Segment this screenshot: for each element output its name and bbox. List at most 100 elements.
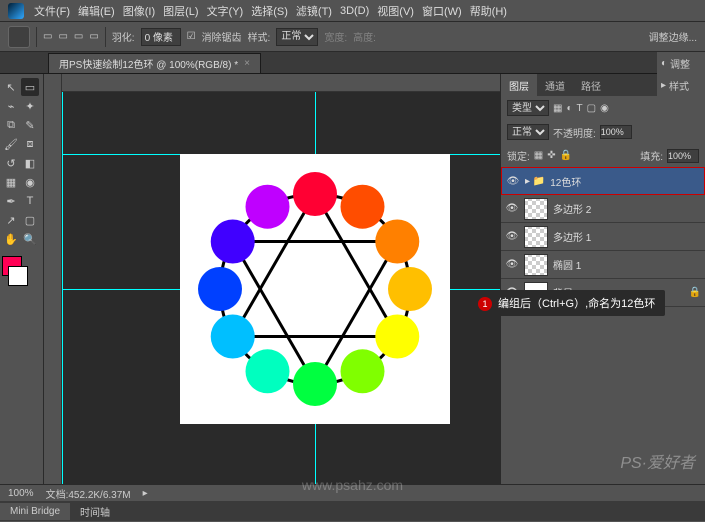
- layers-panel: 图层 通道 路径 类型 ▦ ◐ T ▢ ◉ 正常 不透明度: 锁定: ▦ ✜ 🔒…: [500, 74, 705, 484]
- lock-icon: 🔒: [689, 287, 701, 298]
- lock-all-icon[interactable]: 🔒: [560, 150, 572, 161]
- blur-tool[interactable]: ◉: [21, 173, 39, 191]
- crop-tool[interactable]: ⧉: [2, 116, 20, 134]
- ruler-vertical[interactable]: [44, 74, 62, 484]
- app-logo: [8, 3, 24, 19]
- zoom-tool[interactable]: 🔍: [21, 230, 39, 248]
- filter-icon[interactable]: T: [577, 103, 583, 114]
- lock-position-icon[interactable]: ✜: [547, 150, 555, 161]
- ruler-horizontal[interactable]: [62, 74, 500, 92]
- layer-filter-kind[interactable]: 类型: [507, 100, 549, 116]
- layer-row[interactable]: 👁 多边形 2: [501, 195, 705, 223]
- toolbox: ↖ ▭ ⌁ ✦ ⧉ ✎ 🖌 ⧈ ↺ ◧ ▦ ◉ ✒ T ↗ ▢ ✋ 🔍: [0, 74, 44, 484]
- background-swatch[interactable]: [8, 266, 28, 286]
- opacity-label: 不透明度:: [553, 125, 596, 140]
- tool-preset[interactable]: [8, 26, 30, 48]
- color-wheel-artwork: [180, 154, 450, 424]
- move-tool[interactable]: ↖: [2, 78, 20, 96]
- lock-pixels-icon[interactable]: ▦: [534, 150, 543, 161]
- canvas[interactable]: [180, 154, 450, 424]
- menu-view[interactable]: 视图(V): [377, 3, 414, 19]
- tab-channels[interactable]: 通道: [537, 74, 573, 96]
- annotation-number: 1: [478, 297, 492, 311]
- menu-bar: 文件(F) 编辑(E) 图像(I) 图层(L) 文字(Y) 选择(S) 滤镜(T…: [0, 0, 705, 22]
- menu-filter[interactable]: 滤镜(T): [296, 3, 332, 19]
- menu-3d[interactable]: 3D(D): [340, 5, 369, 17]
- gradient-tool[interactable]: ▦: [2, 173, 20, 191]
- close-icon[interactable]: ×: [244, 58, 250, 69]
- menu-edit[interactable]: 编辑(E): [78, 3, 115, 19]
- antialias-check[interactable]: ☑: [187, 31, 196, 42]
- layer-thumb: [524, 254, 548, 276]
- menu-layer[interactable]: 图层(L): [163, 3, 198, 19]
- lasso-tool[interactable]: ⌁: [2, 97, 20, 115]
- status-arrow-icon[interactable]: ▸: [143, 488, 148, 499]
- sel-mode-new[interactable]: ▭: [43, 31, 52, 42]
- options-bar: ▭ ▭ ▭ ▭ 羽化: ☑ 消除锯齿 样式: 正常 宽度: 高度: 调整边缘..…: [0, 22, 705, 52]
- feather-label: 羽化:: [112, 29, 135, 44]
- stamp-tool[interactable]: ⧈: [21, 135, 39, 153]
- fill-input[interactable]: [667, 149, 699, 163]
- wand-tool[interactable]: ✦: [21, 97, 39, 115]
- zoom-level[interactable]: 100%: [8, 488, 34, 499]
- tab-timeline[interactable]: 时间轴: [70, 501, 120, 522]
- visibility-icon[interactable]: 👁: [506, 174, 520, 188]
- visibility-icon[interactable]: 👁: [505, 230, 519, 244]
- folder-icon: ▸ 📁: [525, 176, 545, 187]
- refine-edge-button[interactable]: 调整边缘...: [649, 29, 697, 44]
- panel-adjustments[interactable]: ◐调整: [657, 52, 705, 74]
- collapsed-panels: ◐调整 ▸样式: [657, 52, 705, 96]
- tab-paths[interactable]: 路径: [573, 74, 609, 96]
- filter-icon[interactable]: ▢: [587, 103, 596, 114]
- layer-thumb: [524, 198, 548, 220]
- guide-vertical[interactable]: [62, 92, 63, 484]
- eraser-tool[interactable]: ◧: [21, 154, 39, 172]
- sel-mode-int[interactable]: ▭: [89, 31, 98, 42]
- opacity-input[interactable]: [600, 125, 632, 139]
- layer-name[interactable]: 多边形 1: [553, 229, 591, 244]
- layer-name[interactable]: 多边形 2: [553, 201, 591, 216]
- document-tab[interactable]: 用PS快速绘制12色环 @ 100%(RGB/8) * ×: [48, 53, 261, 73]
- sel-mode-add[interactable]: ▭: [58, 31, 67, 42]
- tab-layers[interactable]: 图层: [501, 74, 537, 96]
- layer-name[interactable]: 12色环: [550, 174, 581, 189]
- eyedropper-tool[interactable]: ✎: [21, 116, 39, 134]
- layer-name[interactable]: 椭圆 1: [553, 257, 581, 272]
- menu-help[interactable]: 帮助(H): [470, 3, 507, 19]
- sel-mode-sub[interactable]: ▭: [74, 31, 83, 42]
- hand-tool[interactable]: ✋: [2, 230, 20, 248]
- panel-styles[interactable]: ▸样式: [657, 74, 705, 96]
- layer-list: 👁 ▸ 📁 12色环 👁 多边形 2 👁 多边形 1 👁 椭圆 1 👁: [501, 167, 705, 307]
- filter-icon[interactable]: ◐: [566, 103, 572, 114]
- blend-mode-select[interactable]: 正常: [507, 124, 549, 140]
- visibility-icon[interactable]: 👁: [505, 202, 519, 216]
- history-brush-tool[interactable]: ↺: [2, 154, 20, 172]
- height-label: 高度:: [353, 29, 376, 44]
- shape-tool[interactable]: ▢: [21, 211, 39, 229]
- menu-window[interactable]: 窗口(W): [422, 3, 462, 19]
- path-tool[interactable]: ↗: [2, 211, 20, 229]
- separator: [105, 27, 106, 47]
- feather-input[interactable]: [141, 28, 181, 46]
- menu-file[interactable]: 文件(F): [34, 3, 70, 19]
- pen-tool[interactable]: ✒: [2, 192, 20, 210]
- antialias-label: 消除锯齿: [202, 29, 242, 44]
- doc-info[interactable]: 文档:452.2K/6.37M: [46, 486, 131, 501]
- brush-tool[interactable]: 🖌: [2, 135, 20, 153]
- bottom-panel-tabs: Mini Bridge 时间轴: [0, 501, 705, 521]
- menu-select[interactable]: 选择(S): [251, 3, 288, 19]
- menu-image[interactable]: 图像(I): [123, 3, 155, 19]
- filter-icon[interactable]: ▦: [553, 103, 562, 114]
- menu-type[interactable]: 文字(Y): [207, 3, 244, 19]
- marquee-tool[interactable]: ▭: [21, 78, 39, 96]
- visibility-icon[interactable]: 👁: [505, 258, 519, 272]
- tab-minibridge[interactable]: Mini Bridge: [0, 503, 70, 520]
- layer-row[interactable]: 👁 多边形 1: [501, 223, 705, 251]
- layer-row[interactable]: 👁 椭圆 1: [501, 251, 705, 279]
- layer-thumb: [524, 226, 548, 248]
- filter-icon[interactable]: ◉: [600, 103, 609, 114]
- style-select[interactable]: 正常: [276, 28, 318, 46]
- type-tool[interactable]: T: [21, 192, 39, 210]
- layer-row[interactable]: 👁 ▸ 📁 12色环: [501, 167, 705, 195]
- annotation-tooltip: 1编组后（Ctrl+G）,命名为12色环: [468, 290, 665, 316]
